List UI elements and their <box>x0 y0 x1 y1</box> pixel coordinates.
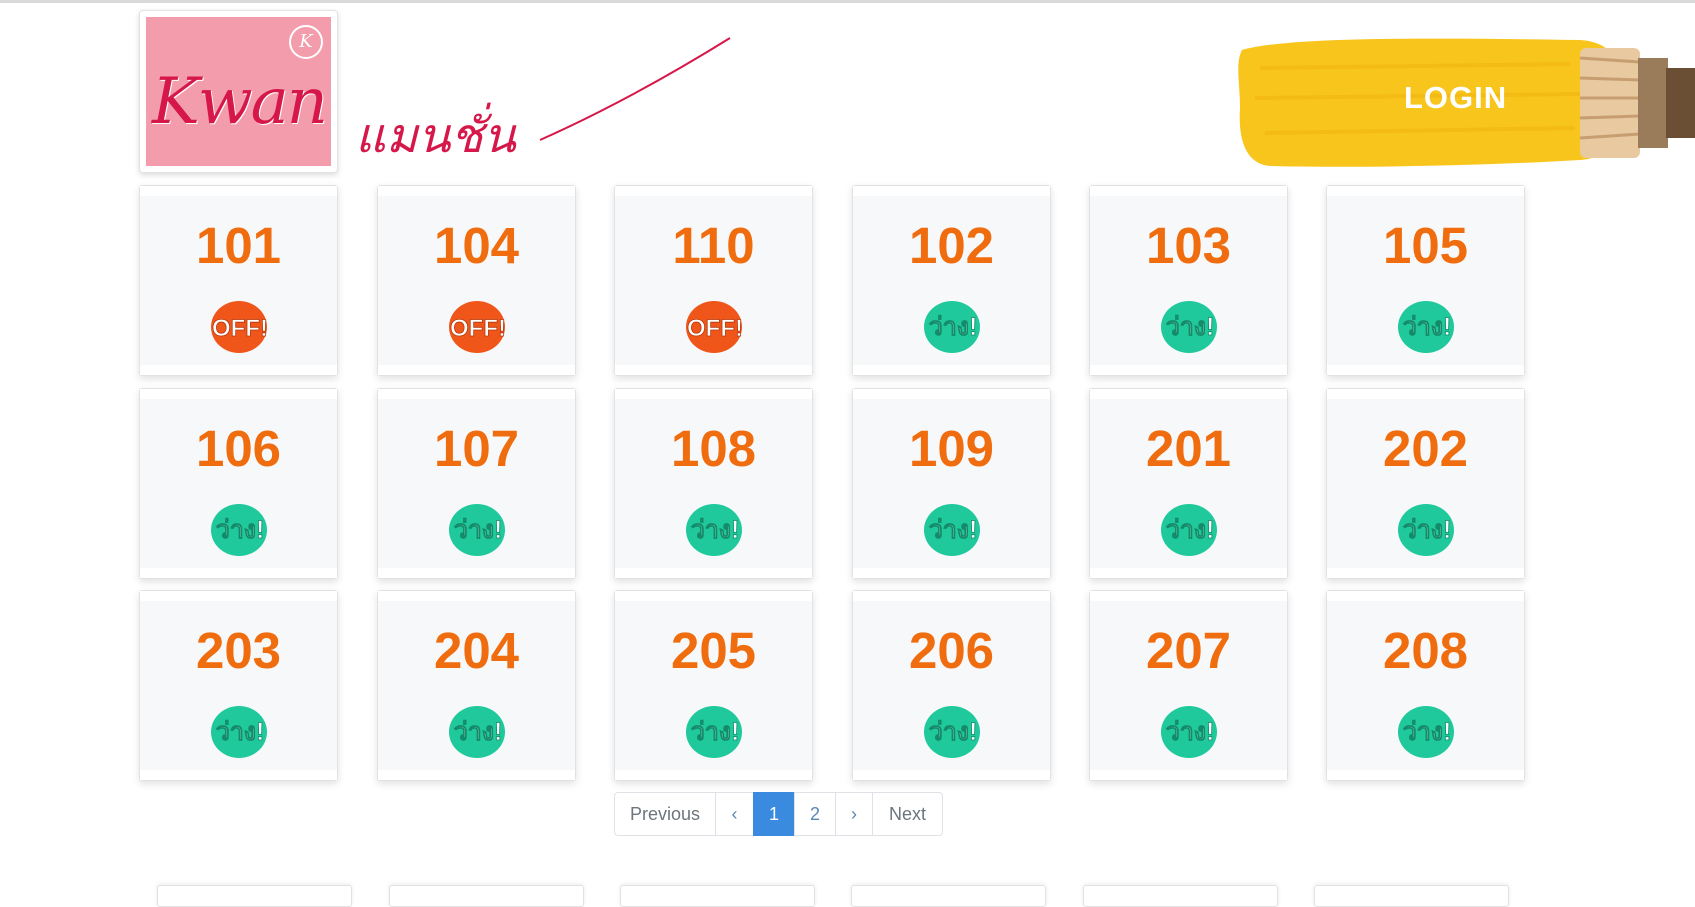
status-vacant-badge: ว่าง! <box>1158 500 1222 558</box>
status-label: ว่าง! <box>929 313 978 341</box>
status-label: OFF! <box>212 315 268 342</box>
status-label: ว่าง! <box>1166 718 1215 746</box>
room-number: 101 <box>195 217 282 274</box>
status-vacant-badge: ว่าง! <box>1395 500 1459 558</box>
logo-image: K Kwan <box>146 17 331 166</box>
room-card[interactable]: 201 ว่าง! <box>1089 388 1288 579</box>
room-card[interactable]: 203 ว่าง! <box>139 590 338 781</box>
room-number: 207 <box>1145 622 1232 679</box>
status-off-badge: OFF! <box>446 297 510 355</box>
room-card-partial <box>1314 885 1509 907</box>
brand-script-name: แมนชั่น <box>355 108 516 164</box>
room-card[interactable]: 205 ว่าง! <box>614 590 813 781</box>
room-number: 102 <box>908 217 995 274</box>
status-vacant-badge: ว่าง! <box>446 500 510 558</box>
prev-chevron-icon[interactable]: ‹ <box>715 792 754 836</box>
room-number: 103 <box>1145 217 1232 274</box>
room-number: 105 <box>1382 217 1469 274</box>
status-vacant-badge: ว่าง! <box>921 297 985 355</box>
previous-button[interactable]: Previous <box>614 792 716 836</box>
room-card[interactable]: 107 ว่าง! <box>377 388 576 579</box>
room-card-partial <box>620 885 815 907</box>
room-card[interactable]: 207 ว่าง! <box>1089 590 1288 781</box>
room-number: 110 <box>672 217 755 274</box>
logo-wordmark: Kwan <box>152 65 328 139</box>
status-vacant-badge: ว่าง! <box>1395 702 1459 760</box>
room-number: 208 <box>1382 622 1469 679</box>
logo-monogram: K <box>289 25 323 59</box>
status-off-badge: OFF! <box>208 297 272 355</box>
room-card[interactable]: 109 ว่าง! <box>852 388 1051 579</box>
room-card[interactable]: 106 ว่าง! <box>139 388 338 579</box>
status-label: ว่าง! <box>929 718 978 746</box>
status-vacant-badge: ว่าง! <box>208 702 272 760</box>
status-vacant-badge: ว่าง! <box>921 500 985 558</box>
top-border <box>0 0 1695 3</box>
status-vacant-badge: ว่าง! <box>921 702 985 760</box>
login-label[interactable]: LOGIN <box>1404 80 1507 116</box>
room-card-partial <box>1083 885 1278 907</box>
room-card[interactable]: 208 ว่าง! <box>1326 590 1525 781</box>
room-card[interactable]: 108 ว่าง! <box>614 388 813 579</box>
status-vacant-badge: ว่าง! <box>208 500 272 558</box>
room-card[interactable]: 105 ว่าง! <box>1326 185 1525 376</box>
room-card[interactable]: 110 OFF! <box>614 185 813 376</box>
status-label: ว่าง! <box>454 516 503 544</box>
room-number: 202 <box>1382 420 1469 477</box>
status-label: ว่าง! <box>1166 313 1215 341</box>
status-vacant-badge: ว่าง! <box>1395 297 1459 355</box>
room-number: 206 <box>908 622 995 679</box>
page-button-2[interactable]: 2 <box>794 792 836 836</box>
room-number: 201 <box>1145 420 1232 477</box>
status-vacant-badge: ว่าง! <box>1158 297 1222 355</box>
status-label: OFF! <box>687 315 743 342</box>
status-label: ว่าง! <box>691 516 740 544</box>
status-vacant-badge: ว่าง! <box>1158 702 1222 760</box>
room-card[interactable]: 206 ว่าง! <box>852 590 1051 781</box>
status-label: ว่าง! <box>216 718 265 746</box>
status-label: ว่าง! <box>454 718 503 746</box>
login-button[interactable]: LOGIN <box>1230 28 1695 173</box>
room-card[interactable]: 104 OFF! <box>377 185 576 376</box>
room-number: 205 <box>670 622 757 679</box>
room-card[interactable]: 102 ว่าง! <box>852 185 1051 376</box>
room-number: 203 <box>195 622 282 679</box>
status-label: ว่าง! <box>929 516 978 544</box>
room-card-partial <box>851 885 1046 907</box>
status-label: ว่าง! <box>1403 516 1452 544</box>
room-number: 104 <box>433 217 520 274</box>
room-number: 108 <box>670 420 757 477</box>
room-number: 107 <box>433 420 520 477</box>
status-off-badge: OFF! <box>683 297 747 355</box>
room-number: 109 <box>908 420 995 477</box>
room-card[interactable]: 101 OFF! <box>139 185 338 376</box>
status-label: ว่าง! <box>691 718 740 746</box>
room-card-partial <box>389 885 584 907</box>
logo[interactable]: K Kwan <box>139 10 338 173</box>
status-label: ว่าง! <box>216 516 265 544</box>
room-number: 106 <box>195 420 282 477</box>
pagination: Previous ‹ 1 2 › Next <box>614 792 943 836</box>
room-number: 204 <box>433 622 520 679</box>
status-vacant-badge: ว่าง! <box>683 702 747 760</box>
room-card-partial <box>157 885 352 907</box>
next-chevron-icon[interactable]: › <box>835 792 873 836</box>
status-vacant-badge: ว่าง! <box>683 500 747 558</box>
room-card[interactable]: 204 ว่าง! <box>377 590 576 781</box>
next-button[interactable]: Next <box>872 792 943 836</box>
status-label: ว่าง! <box>1403 718 1452 746</box>
status-label: ว่าง! <box>1166 516 1215 544</box>
status-label: OFF! <box>450 315 506 342</box>
page-button-1[interactable]: 1 <box>753 792 795 836</box>
room-card[interactable]: 202 ว่าง! <box>1326 388 1525 579</box>
status-label: ว่าง! <box>1403 313 1452 341</box>
room-card[interactable]: 103 ว่าง! <box>1089 185 1288 376</box>
status-vacant-badge: ว่าง! <box>446 702 510 760</box>
